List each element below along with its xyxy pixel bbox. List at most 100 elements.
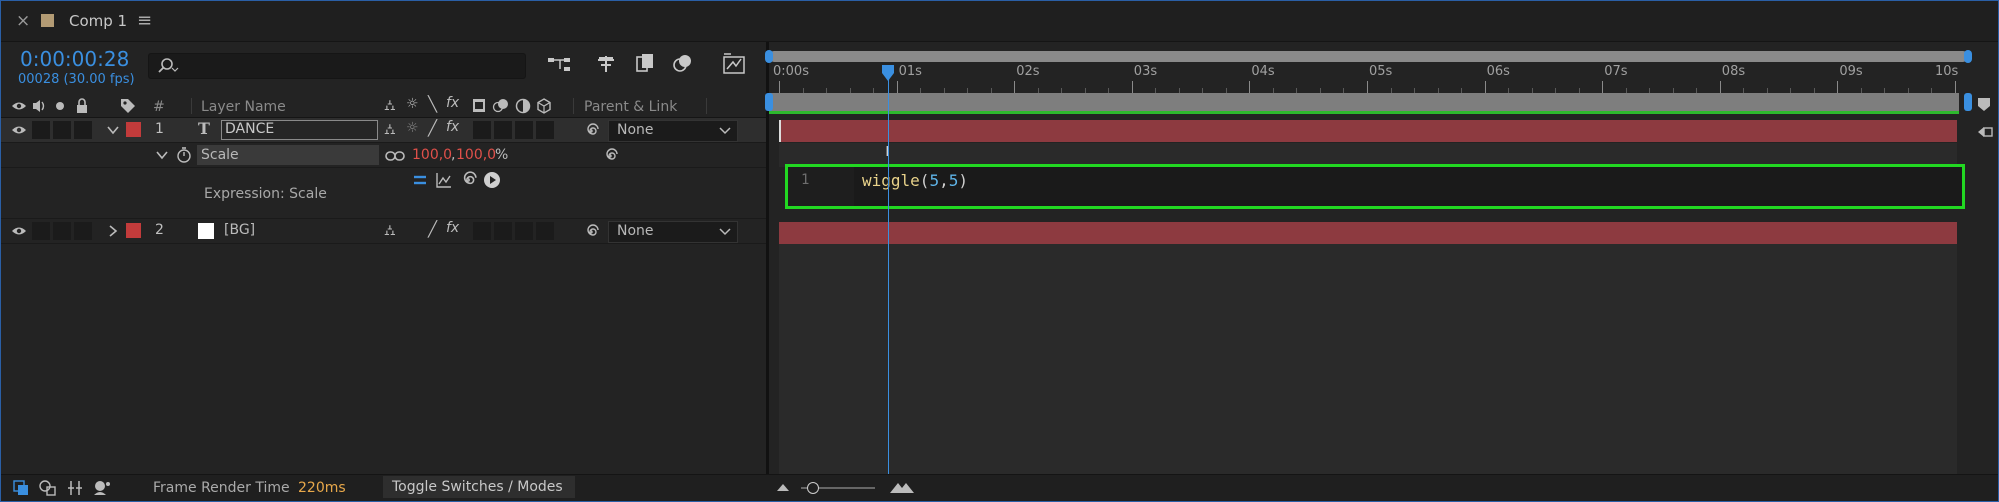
expression-graph-icon[interactable]: [435, 171, 453, 189]
current-time-display[interactable]: 0:00:00:28: [20, 47, 129, 71]
layer-2-frame-blend-switch[interactable]: [473, 222, 491, 240]
layer-1-visibility-eye-icon[interactable]: [11, 124, 27, 136]
work-area-end-handle[interactable]: [1964, 93, 1972, 111]
zoom-slider-thumb[interactable]: [807, 482, 819, 494]
scale-value-x[interactable]: 100,0: [412, 147, 452, 163]
switch-effects-icon: fx: [446, 95, 460, 111]
ruler-tick: [1249, 81, 1251, 93]
composition-flowchart-icon[interactable]: [546, 54, 572, 74]
tab-menu-icon[interactable]: ≡: [137, 10, 152, 31]
layer-panel: 0:00:00:28 00028 (30.00 fps) # Layer Nam…: [1, 42, 766, 474]
time-navigator-start-handle[interactable]: [765, 50, 773, 63]
layer-1-name: DANCE: [225, 121, 275, 137]
layer-1-audio-toggle[interactable]: [32, 121, 50, 139]
work-area-bar[interactable]: [769, 93, 1959, 111]
playhead-line[interactable]: [888, 66, 890, 474]
scale-value-y[interactable]: 100,0: [456, 147, 496, 163]
chevron-down-icon[interactable]: [107, 125, 119, 135]
stopwatch-icon[interactable]: [175, 146, 193, 164]
ruler-tick: [1837, 81, 1839, 93]
layer-1-in-point[interactable]: [779, 120, 781, 142]
bottom-bar: Frame Render Time 220ms Toggle Switches …: [1, 474, 1998, 501]
layer-1-shy-switch-icon[interactable]: ⛼: [384, 120, 396, 140]
layer-1-effects-switch-icon[interactable]: fx: [446, 119, 459, 135]
ruler-tick-label: 05s: [1369, 64, 1393, 79]
layer-2-parent-select[interactable]: None: [608, 221, 738, 243]
zoom-in-mountain-icon[interactable]: [889, 479, 915, 494]
layer-1-3d-switch[interactable]: [536, 121, 554, 139]
modes-pane-icon[interactable]: [39, 480, 57, 496]
layer-1-collapse-switch-icon[interactable]: ☼: [406, 120, 419, 136]
expression-editor[interactable]: 1 wiggle(5,5): [785, 164, 1965, 209]
time-navigator-bar[interactable]: [769, 51, 1968, 62]
property-row-scale[interactable]: Scale 100,0 , 100,0 %: [1, 143, 766, 168]
layer-2-quality-switch-icon[interactable]: ╱: [428, 220, 437, 238]
layer-1-parent-select[interactable]: None: [608, 120, 738, 142]
layer-2-duration-bar[interactable]: [779, 222, 1957, 244]
layer-2-index: 2: [155, 222, 164, 238]
layer-1-label-color[interactable]: [126, 122, 141, 137]
ruler-tick-label: 09s: [1839, 64, 1863, 79]
layer-switches-pane-icon[interactable]: [13, 480, 29, 496]
layer-row-1[interactable]: 1 T DANCE ⛼ ☼ ╱ fx None: [1, 118, 766, 143]
layer-2-label-color[interactable]: [126, 223, 141, 238]
layer-1-duration-bar[interactable]: [779, 120, 1957, 142]
chevron-down-icon[interactable]: [156, 150, 168, 160]
toggle-switches-modes-button[interactable]: Toggle Switches / Modes: [383, 476, 575, 498]
layer-2-parent-pickwhip-icon[interactable]: [583, 224, 599, 240]
render-time-pane-icon[interactable]: [92, 479, 112, 497]
layer-1-solo-toggle[interactable]: [53, 121, 71, 139]
layer-2-motion-blur-switch[interactable]: [494, 222, 512, 240]
property-name-field[interactable]: Scale: [197, 145, 379, 165]
expression-language-menu-icon[interactable]: [483, 171, 501, 189]
draft-3d-icon[interactable]: [594, 53, 618, 75]
ruler-tick: [1602, 81, 1604, 93]
scale-pickwhip-icon[interactable]: [602, 148, 618, 164]
column-separator: [573, 98, 574, 114]
layer-2-effects-switch-icon[interactable]: fx: [446, 220, 459, 236]
layer-1-adjustment-switch[interactable]: [515, 121, 533, 139]
layer-1-motion-blur-switch[interactable]: [494, 121, 512, 139]
layer-1-quality-switch-icon[interactable]: ╱: [428, 119, 437, 137]
layer-1-parent-pickwhip-icon[interactable]: [583, 123, 599, 139]
comp-color-swatch: [41, 14, 54, 27]
chevron-down-icon: [719, 228, 731, 236]
search-input[interactable]: [148, 53, 526, 79]
playhead-marker-icon[interactable]: [881, 64, 895, 82]
layer-2-adjustment-switch[interactable]: [515, 222, 533, 240]
chevron-right-icon[interactable]: [108, 225, 118, 237]
graph-editor-icon[interactable]: [721, 52, 747, 76]
expression-pickwhip-icon[interactable]: [459, 171, 477, 189]
code-arg-1: 5: [929, 171, 940, 190]
layer-2-lock-toggle[interactable]: [74, 222, 92, 240]
comp-marker-bin-icon[interactable]: [1976, 96, 1992, 112]
layer-row-2[interactable]: 2 [BG] ⛼ ╱ fx None: [1, 219, 766, 244]
layer-2-audio-toggle[interactable]: [32, 222, 50, 240]
time-ruler[interactable]: 0:00s 01s 02s 03s 04s 05s 06s 07s 08s 09s 10s: [769, 63, 1998, 93]
column-header-number: #: [153, 99, 165, 115]
layer-2-visibility-eye-icon[interactable]: [11, 225, 27, 237]
expression-code[interactable]: wiggle(5,5): [862, 171, 968, 190]
search-icon: [158, 58, 179, 73]
layer-1-frame-blend-switch[interactable]: [473, 121, 491, 139]
motion-blur-icon[interactable]: [671, 52, 695, 74]
layer-2-name[interactable]: [BG]: [224, 222, 255, 238]
time-navigator-end-handle[interactable]: [1964, 50, 1972, 63]
frame-blending-icon[interactable]: [633, 52, 657, 74]
layer-1-name-field[interactable]: DANCE: [221, 120, 378, 140]
tab-comp-1[interactable]: Comp 1: [69, 12, 127, 30]
layer-2-shy-switch-icon[interactable]: ⛼: [384, 221, 396, 241]
zoom-out-mountain-icon[interactable]: [776, 482, 790, 492]
constrain-proportions-link-icon[interactable]: [385, 150, 405, 162]
column-header-layer-name[interactable]: Layer Name: [201, 99, 286, 115]
layer-2-3d-switch[interactable]: [536, 222, 554, 240]
layer-1-lock-toggle[interactable]: [74, 121, 92, 139]
snapshot-icon[interactable]: [1974, 124, 1994, 140]
ruler-tick: [779, 81, 780, 93]
column-header-parent-link[interactable]: Parent & Link: [584, 99, 677, 115]
work-area-start-handle[interactable]: [765, 93, 773, 111]
layer-2-solo-toggle[interactable]: [53, 222, 71, 240]
close-tab-icon[interactable]: ×: [16, 11, 30, 31]
in-out-pane-icon[interactable]: [66, 479, 84, 497]
expression-enable-equals-icon[interactable]: [412, 173, 428, 187]
